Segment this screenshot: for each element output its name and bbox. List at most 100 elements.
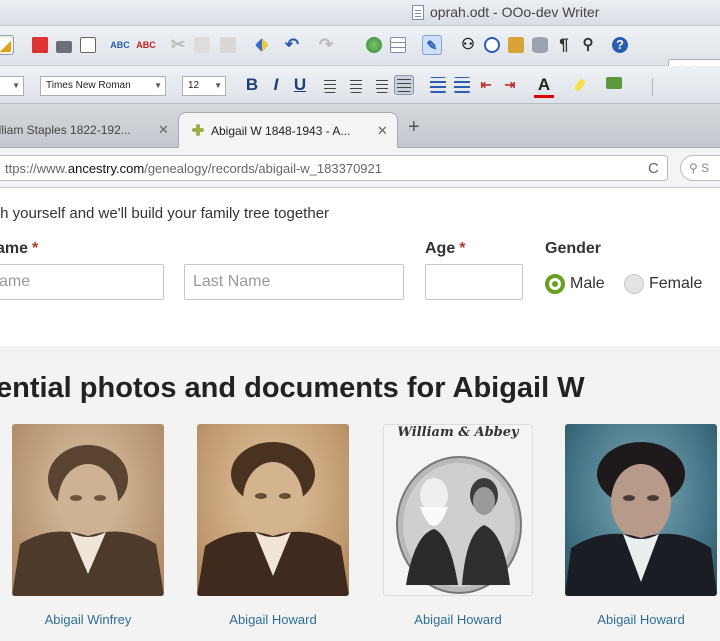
format-paintbrush-button[interactable] bbox=[252, 35, 272, 55]
justify-button[interactable] bbox=[394, 75, 414, 95]
document-thumbnail[interactable]: William & Abbey bbox=[383, 424, 533, 596]
close-tab-icon[interactable]: ✕ bbox=[377, 123, 388, 139]
bullets-button[interactable] bbox=[452, 75, 472, 95]
redo-button[interactable]: ↷ bbox=[316, 35, 336, 55]
highlighter-icon bbox=[574, 78, 586, 92]
binoculars-icon: ⚇ bbox=[461, 36, 475, 53]
help-button[interactable]: ? bbox=[610, 35, 630, 55]
chevron-down-icon: ▼ bbox=[12, 81, 20, 90]
copy-button[interactable] bbox=[192, 35, 212, 55]
pilcrow-icon: ¶ bbox=[559, 35, 569, 54]
document-icon bbox=[412, 5, 424, 20]
photo-caption-link[interactable]: Abigail Winfrey bbox=[13, 612, 163, 627]
compass-icon bbox=[484, 37, 500, 53]
tab-label: illiam Staples 1822-192... bbox=[0, 123, 131, 137]
navigator-button[interactable] bbox=[482, 35, 502, 55]
spellcheck-button[interactable]: ABC bbox=[110, 35, 130, 55]
new-tab-button[interactable]: + bbox=[408, 116, 420, 139]
background-color-button[interactable] bbox=[604, 75, 624, 95]
align-left-button[interactable] bbox=[322, 75, 342, 95]
edit-file-button[interactable] bbox=[0, 35, 14, 55]
photo-thumbnail[interactable] bbox=[197, 424, 349, 596]
navigation-bar: ttps://www.ancestry.com/genealogy/record… bbox=[0, 148, 720, 188]
gallery-icon bbox=[508, 37, 524, 53]
gallery-button[interactable] bbox=[506, 35, 526, 55]
autospellcheck-button[interactable]: ABC bbox=[136, 35, 156, 55]
app-title-bar: oprah.odt - OOo-dev Writer bbox=[0, 0, 720, 26]
required-mark: * bbox=[32, 240, 39, 257]
portrait-photo bbox=[197, 442, 349, 596]
age-label: Age * bbox=[425, 240, 466, 257]
preview-icon bbox=[80, 37, 96, 53]
cut-button[interactable]: ✂ bbox=[168, 35, 188, 55]
table-button[interactable] bbox=[388, 35, 408, 55]
printer-icon bbox=[56, 41, 72, 53]
gender-male-radio[interactable] bbox=[545, 274, 565, 294]
reload-icon[interactable]: C bbox=[648, 160, 659, 177]
search-placeholder: S bbox=[701, 161, 710, 175]
paste-button[interactable] bbox=[218, 35, 238, 55]
show-draw-functions-button[interactable]: ✎ bbox=[422, 35, 442, 55]
outdent-icon: ⇤ bbox=[480, 77, 492, 92]
data-sources-button[interactable] bbox=[530, 35, 550, 55]
gender-female-radio[interactable] bbox=[624, 274, 644, 294]
font-color-icon: A bbox=[534, 75, 554, 98]
formatting-marks-button[interactable]: ¶ bbox=[554, 35, 574, 55]
address-bar[interactable]: ttps://www.ancestry.com/genealogy/record… bbox=[0, 155, 668, 181]
underline-button[interactable]: U bbox=[290, 75, 310, 95]
table-icon bbox=[390, 37, 406, 53]
italic-label: I bbox=[273, 75, 279, 94]
chevron-down-icon: ▼ bbox=[154, 81, 162, 90]
paint-bucket-icon bbox=[606, 77, 622, 89]
tab-william-staples[interactable]: illiam Staples 1822-192... bbox=[0, 112, 176, 148]
paintbrush-icon bbox=[254, 37, 270, 53]
photo-thumbnail[interactable] bbox=[565, 424, 717, 596]
increase-indent-button[interactable]: ⇥ bbox=[500, 75, 520, 95]
undo-button[interactable]: ↶ bbox=[282, 35, 302, 55]
spellcheck-icon: ABC bbox=[110, 40, 130, 50]
chevron-down-icon: ▼ bbox=[214, 81, 222, 90]
print-button[interactable] bbox=[54, 35, 74, 55]
standard-toolbar: ABC ABC ✂ ↶ ↷ ✎ ⚇ ¶ ⚲ ? Find bbox=[0, 26, 720, 83]
font-name-select[interactable]: Times New Roman ▼ bbox=[40, 76, 166, 96]
font-name-value: Times New Roman bbox=[46, 80, 131, 91]
search-input[interactable]: ⚲ S bbox=[680, 155, 720, 181]
align-left-icon bbox=[324, 77, 336, 93]
align-right-button[interactable] bbox=[370, 75, 390, 95]
align-right-icon bbox=[376, 77, 388, 93]
highlighting-button[interactable] bbox=[570, 75, 590, 95]
italic-button[interactable]: I bbox=[266, 75, 286, 95]
align-center-icon bbox=[350, 77, 362, 93]
font-size-select[interactable]: 12 ▼ bbox=[182, 76, 226, 96]
paragraph-style-select[interactable]: ▼ bbox=[0, 76, 24, 96]
decrease-indent-button[interactable]: ⇤ bbox=[476, 75, 496, 95]
find-replace-button[interactable]: ⚇ bbox=[458, 35, 478, 55]
age-input[interactable] bbox=[425, 264, 523, 300]
underline-label: U bbox=[293, 75, 307, 94]
photo-thumbnail[interactable] bbox=[12, 424, 164, 596]
photo-caption-link[interactable]: Abigail Howard bbox=[566, 612, 716, 627]
align-center-button[interactable] bbox=[346, 75, 366, 95]
export-pdf-button[interactable] bbox=[30, 35, 50, 55]
scissors-icon: ✂ bbox=[170, 35, 186, 54]
last-name-input[interactable]: Last Name bbox=[184, 264, 404, 300]
font-color-button[interactable]: A bbox=[534, 75, 554, 98]
close-tab-icon[interactable]: ✕ bbox=[158, 122, 169, 138]
numbering-button[interactable] bbox=[428, 75, 448, 95]
page-preview-button[interactable] bbox=[78, 35, 98, 55]
autospellcheck-icon: ABC bbox=[136, 40, 156, 50]
font-size-value: 12 bbox=[188, 80, 200, 91]
bold-label: B bbox=[245, 75, 259, 94]
gender-label: Gender bbox=[545, 240, 602, 257]
photo-caption-link[interactable]: Abigail Howard bbox=[383, 612, 533, 627]
zoom-button[interactable]: ⚲ bbox=[578, 35, 598, 55]
first-name-input[interactable]: ame bbox=[0, 264, 164, 300]
hyperlink-button[interactable] bbox=[364, 35, 384, 55]
photo-caption-link[interactable]: Abigail Howard bbox=[198, 612, 348, 627]
photos-section-title: ential photos and documents for Abigail … bbox=[0, 372, 585, 404]
tab-abigail-w[interactable]: Abigail W 1848-1943 - A... ✕ bbox=[178, 112, 398, 148]
question-mark-icon: ? bbox=[616, 37, 624, 52]
indent-icon: ⇥ bbox=[504, 77, 516, 92]
bold-button[interactable]: B bbox=[242, 75, 262, 95]
browser-tab-bar: illiam Staples 1822-192... Abigail W 184… bbox=[0, 104, 720, 148]
